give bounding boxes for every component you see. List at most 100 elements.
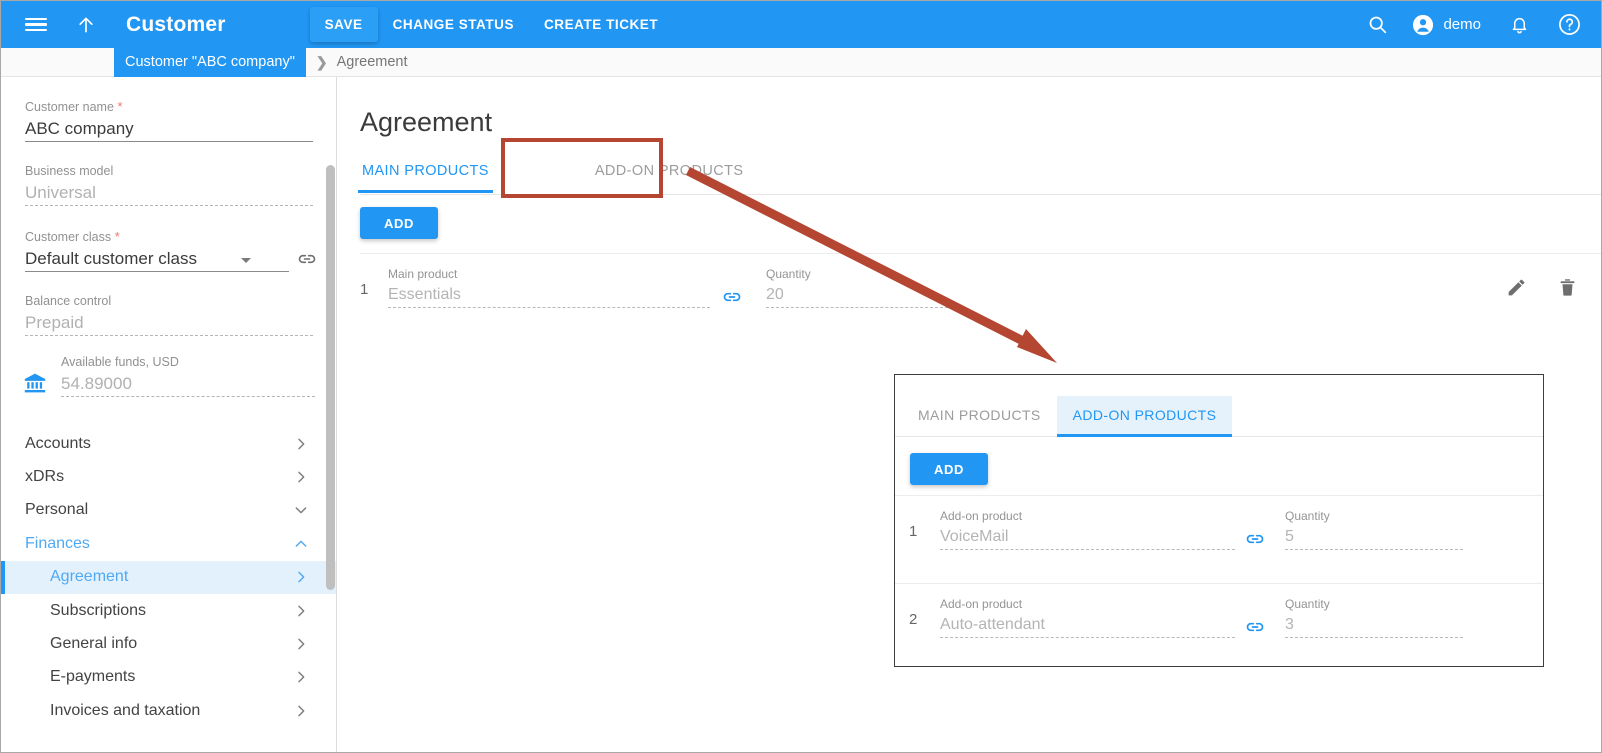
row-index: 1 bbox=[909, 523, 918, 540]
add-on-product-input[interactable]: Auto-attendant bbox=[940, 613, 1235, 638]
cell-quantity: Quantity 5 bbox=[1285, 496, 1463, 550]
breadcrumb-item-customer[interactable]: Customer "ABC company" bbox=[114, 47, 306, 77]
search-icon[interactable] bbox=[1365, 13, 1389, 37]
chevron-right-icon bbox=[293, 436, 309, 452]
chevron-right-icon bbox=[293, 569, 309, 585]
cell-label: Main product bbox=[388, 267, 458, 281]
application-window: Customer SAVE CHANGE STATUS CREATE TICKE… bbox=[0, 0, 1602, 753]
top-bar-actions: SAVE CHANGE STATUS CREATE TICKET bbox=[309, 7, 674, 42]
cell-label: Add-on product bbox=[940, 509, 1023, 523]
quantity-input[interactable]: 20 bbox=[766, 283, 948, 308]
row-index: 1 bbox=[360, 281, 369, 298]
chevron-right-icon bbox=[293, 636, 309, 652]
chevron-right-icon bbox=[293, 703, 309, 719]
save-button[interactable]: SAVE bbox=[309, 7, 378, 42]
field-label: Balance control bbox=[25, 294, 112, 308]
inset-add-button[interactable]: ADD bbox=[910, 453, 988, 485]
notifications-bell-icon[interactable] bbox=[1507, 13, 1531, 37]
add-button[interactable]: ADD bbox=[360, 207, 438, 239]
inset-product-tabs: MAIN PRODUCTS ADD-ON PRODUCTS bbox=[895, 375, 1543, 437]
cell-label: Quantity bbox=[766, 267, 811, 281]
change-status-button[interactable]: CHANGE STATUS bbox=[378, 7, 529, 42]
page-title-header: Customer bbox=[126, 12, 226, 36]
sidebar-item-e-payments[interactable]: E-payments bbox=[1, 661, 336, 694]
sidebar-item-xdrs[interactable]: xDRs bbox=[1, 460, 336, 493]
field-label: Customer class * bbox=[25, 229, 120, 244]
sidebar-scrollbar[interactable] bbox=[326, 165, 335, 590]
page-title: Agreement bbox=[360, 107, 493, 137]
chevron-down-icon bbox=[293, 502, 309, 518]
top-bar-right-group: demo bbox=[1347, 1, 1581, 48]
link-icon[interactable] bbox=[722, 254, 742, 307]
sidebar-navigation: Accounts xDRs Personal Finances Agreemen… bbox=[1, 427, 336, 728]
breadcrumb-item-current: Agreement bbox=[336, 54, 408, 70]
field-customer-class: Customer class * Default customer class bbox=[25, 229, 316, 272]
cell-add-on-product: Add-on product VoiceMail bbox=[940, 496, 1235, 550]
cell-quantity: Quantity 3 bbox=[1285, 584, 1463, 638]
sidebar-item-general-info[interactable]: General info bbox=[1, 627, 336, 660]
tab-main-products[interactable]: MAIN PRODUCTS bbox=[358, 151, 493, 193]
field-label: Available funds, USD bbox=[61, 355, 179, 369]
customer-info-sidebar: Customer name * ABC company Business mod… bbox=[1, 77, 337, 752]
sidebar-item-label: Accounts bbox=[25, 434, 91, 452]
cell-label: Add-on product bbox=[940, 597, 1023, 611]
chevron-right-icon bbox=[293, 669, 309, 685]
chevron-right-icon: ❯ bbox=[315, 53, 328, 70]
cell-add-on-product: Add-on product Auto-attendant bbox=[940, 584, 1235, 638]
help-circle-icon[interactable] bbox=[1557, 13, 1581, 37]
required-asterisk: * bbox=[111, 229, 120, 244]
sidebar-item-label: Agreement bbox=[50, 568, 129, 586]
quantity-input[interactable]: 5 bbox=[1285, 525, 1463, 550]
link-icon[interactable] bbox=[1245, 496, 1265, 549]
sidebar-item-subscriptions[interactable]: Subscriptions bbox=[1, 594, 336, 627]
sidebar-item-agreement[interactable]: Agreement bbox=[1, 560, 336, 595]
account-circle-icon bbox=[1411, 13, 1435, 37]
row-actions bbox=[1506, 277, 1578, 298]
business-model-value: Universal bbox=[25, 181, 313, 206]
quantity-input[interactable]: 3 bbox=[1285, 613, 1463, 638]
required-asterisk: * bbox=[113, 99, 123, 114]
sidebar-item-label: Subscriptions bbox=[50, 601, 147, 619]
trash-delete-icon[interactable] bbox=[1557, 277, 1578, 298]
sidebar-item-invoices-and-taxation[interactable]: Invoices and taxation bbox=[1, 694, 336, 727]
pencil-edit-icon[interactable] bbox=[1506, 277, 1527, 298]
inset-table-row: 1 Add-on product VoiceMail Quantity 5 bbox=[909, 496, 1543, 556]
field-business-model: Business model Universal bbox=[25, 164, 313, 206]
row-index: 2 bbox=[909, 611, 918, 628]
sidebar-item-label: Finances bbox=[25, 534, 90, 552]
link-icon[interactable] bbox=[297, 249, 317, 269]
field-available-funds: Available funds, USD 54.89000 bbox=[23, 355, 315, 397]
cell-quantity: Quantity 20 bbox=[766, 254, 948, 308]
sidebar-item-finances[interactable]: Finances bbox=[1, 527, 336, 560]
cell-label: Quantity bbox=[1285, 509, 1330, 523]
user-account-button[interactable]: demo bbox=[1411, 13, 1481, 37]
main-product-input[interactable]: Essentials bbox=[388, 283, 710, 308]
link-icon[interactable] bbox=[1245, 584, 1265, 637]
customer-name-input[interactable]: ABC company bbox=[25, 117, 313, 142]
inset-tab-main-products[interactable]: MAIN PRODUCTS bbox=[902, 396, 1057, 436]
top-app-bar: Customer SAVE CHANGE STATUS CREATE TICKE… bbox=[1, 1, 1601, 48]
table-row: 1 Main product Essentials Quantity 20 bbox=[360, 254, 1601, 315]
sidebar-item-label: Invoices and taxation bbox=[50, 701, 201, 719]
add-on-products-callout-panel: MAIN PRODUCTS ADD-ON PRODUCTS ADD 1 Add-… bbox=[894, 374, 1544, 667]
sidebar-item-label: xDRs bbox=[25, 468, 65, 486]
inset-table-row: 2 Add-on product Auto-attendant Quantity… bbox=[909, 584, 1543, 644]
chevron-down-icon[interactable] bbox=[241, 258, 251, 263]
balance-control-value: Prepaid bbox=[25, 311, 313, 336]
field-balance-control: Balance control Prepaid bbox=[25, 294, 313, 336]
add-on-product-input[interactable]: VoiceMail bbox=[940, 525, 1235, 550]
chevron-up-icon bbox=[293, 536, 309, 552]
sidebar-item-label: General info bbox=[50, 635, 138, 653]
create-ticket-button[interactable]: CREATE TICKET bbox=[529, 7, 673, 42]
sidebar-item-accounts[interactable]: Accounts bbox=[1, 427, 336, 460]
field-label: Customer name * bbox=[25, 99, 123, 114]
field-label: Business model bbox=[25, 164, 114, 178]
tab-add-on-products[interactable]: ADD-ON PRODUCTS bbox=[593, 151, 746, 192]
up-arrow-icon[interactable] bbox=[74, 13, 98, 37]
hamburger-menu-icon[interactable] bbox=[24, 13, 48, 37]
product-tabs: MAIN PRODUCTS ADD-ON PRODUCTS bbox=[358, 151, 1601, 195]
inset-tab-add-on-products[interactable]: ADD-ON PRODUCTS bbox=[1056, 396, 1233, 437]
sidebar-item-personal[interactable]: Personal bbox=[1, 494, 336, 527]
chevron-right-icon bbox=[293, 469, 309, 485]
cell-main-product: Main product Essentials bbox=[388, 254, 710, 308]
